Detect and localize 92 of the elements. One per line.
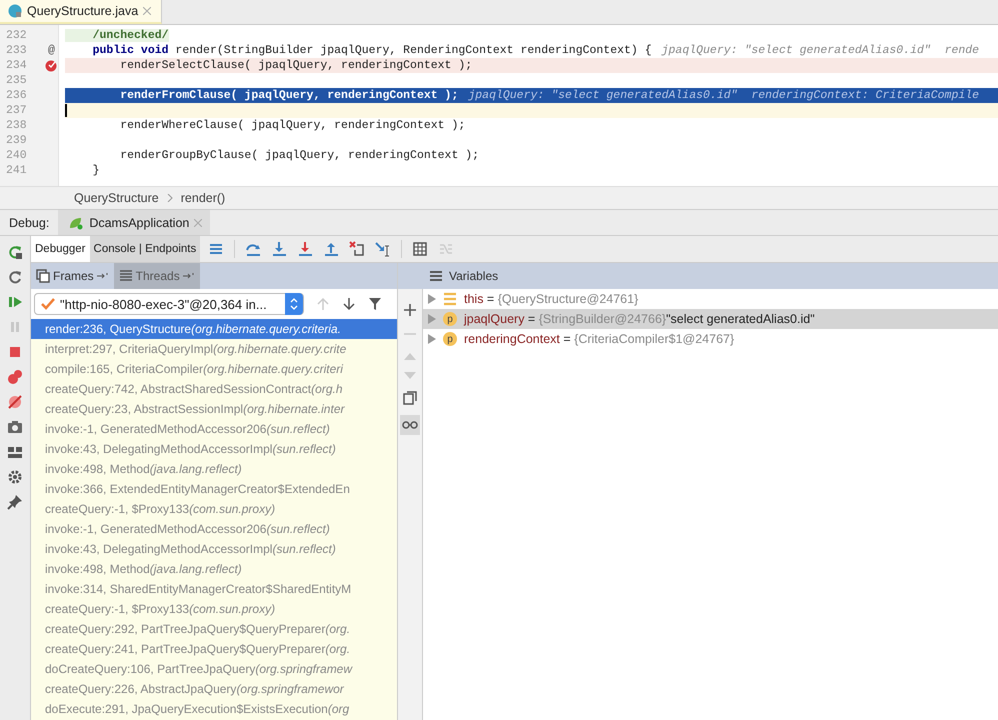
stack-frame[interactable]: createQuery:-1, $Proxy133(com.sun.proxy) [31, 599, 397, 619]
settings-icon[interactable] [7, 469, 23, 485]
frames-icon [36, 269, 50, 283]
layout-icon[interactable] [7, 444, 23, 460]
menu-icon[interactable] [208, 241, 224, 257]
override-marker: @ [48, 44, 55, 57]
parameter-badge: p [443, 332, 457, 346]
stack-frame[interactable]: render:236, QueryStructure(org.hibernate.query.criteria. [31, 319, 397, 339]
close-icon[interactable] [143, 7, 152, 15]
stack-frame[interactable]: doExecute:291, JpaQueryExecution$ExistsExecution(org [31, 699, 397, 719]
force-step-into-icon[interactable] [297, 241, 314, 257]
session-tab[interactable]: DcamsApplication [58, 210, 210, 235]
filter-icon[interactable] [368, 297, 382, 311]
stack-frame[interactable]: interpret:297, CriteriaQueryImpl(org.hibernate.query.crite [31, 339, 397, 359]
breadcrumb[interactable]: QueryStructure [74, 191, 159, 205]
inline-value-hint: jpaqlQuery: "select generatedAlias0.id" rende [662, 44, 980, 57]
breadcrumb[interactable]: render() [180, 191, 226, 205]
line-number: 233 [5, 43, 28, 58]
debugger-tab[interactable]: Console | Endpoints [90, 236, 200, 262]
stack-frame[interactable]: createQuery:742, AbstractSharedSessionContract(org.h [31, 379, 397, 399]
variable-text: renderingContext = {CriteriaCompiler$1@24767} [464, 332, 734, 346]
line-number: 237 [5, 103, 28, 118]
stack-frame[interactable]: createQuery:292, PartTreeJpaQuery$QueryPreparer(org. [31, 619, 397, 639]
line-number: 241 [5, 163, 28, 178]
breakpoints-icon[interactable] [7, 369, 23, 385]
drop-frame-icon[interactable] [349, 241, 366, 257]
variable-text: jpaqlQuery = {StringBuilder@24766}"select generatedAlias0.id" [464, 312, 815, 326]
stop-icon[interactable] [7, 344, 23, 360]
stack-frame[interactable]: invoke:314, SharedEntityManagerCreator$SharedEntityM [31, 579, 397, 599]
stack-frame[interactable]: invoke:-1, GeneratedMethodAccessor206(sun.reflect) [31, 519, 397, 539]
table-icon[interactable] [412, 241, 428, 257]
step-out-icon[interactable] [323, 241, 340, 257]
code-line: } [92, 164, 100, 177]
stack-frame[interactable]: createQuery:241, PartTreeJpaQuery$QueryPreparer(org. [31, 639, 397, 659]
stack-frame[interactable]: invoke:366, ExtendedEntityManagerCreator$ExtendedEn [31, 479, 397, 499]
stack-frame[interactable]: invoke:-1, GeneratedMethodAccessor206(sun.reflect) [31, 419, 397, 439]
inline-value-hint: jpaqlQuery: "select generatedAlias0.id" renderingContext: CriteriaCompile [468, 89, 980, 102]
arrow-icon[interactable] [96, 272, 109, 280]
parameter-badge: p [443, 312, 457, 326]
stack-frame[interactable]: invoke:43, DelegatingMethodAccessorImpl(sun.reflect) [31, 439, 397, 459]
variable-row[interactable]: p jpaqlQuery = {StringBuilder@24766}"select generatedAlias0.id" [423, 309, 998, 329]
add-icon[interactable] [403, 303, 417, 317]
spring-leaf-icon [68, 216, 84, 230]
variable-text: this = {QueryStructure@24761} [464, 292, 638, 306]
line-number: 239 [5, 133, 28, 148]
checkmark-icon [41, 298, 55, 310]
stack-frame[interactable]: doCreateQuery:106, PartTreeJpaQuery(org.springframew [31, 659, 397, 679]
code-line: renderGroupByClause( jpaqlQuery, renderingContext ); [119, 149, 480, 162]
glasses-icon[interactable] [400, 415, 420, 435]
pin-icon[interactable] [7, 494, 23, 510]
copy-icon[interactable] [403, 391, 417, 405]
line-number: 235 [5, 73, 28, 88]
variable-row[interactable]: this = {QueryStructure@24761} [423, 289, 998, 309]
thread-dropdown[interactable]: "http-nio-8080-exec-3"@20,364 in... [34, 293, 304, 315]
line-number: 232 [5, 28, 28, 43]
code-line: renderWhereClause( jpaqlQuery, renderingContext ); [119, 119, 466, 132]
stack-frame[interactable]: createQuery:-1, $Proxy133(com.sun.proxy) [31, 499, 397, 519]
camera-icon[interactable] [7, 419, 23, 435]
line-number: 238 [5, 118, 28, 133]
panel-tab[interactable]: Threads [114, 263, 200, 289]
code-line: public void render(StringBuilder jpaqlQuery, RenderingContext renderingContext) { [92, 44, 652, 57]
step-into-icon[interactable] [271, 241, 288, 257]
breakpoint-icon[interactable] [45, 59, 58, 72]
stack-frame[interactable]: compile:165, CriteriaCompiler(org.hibernate.query.criteri [31, 359, 397, 379]
panel-title: Variables [449, 269, 498, 283]
line-number: 236 [5, 88, 28, 103]
stack-frame[interactable]: createQuery:226, AbstractJpaQuery(org.springframewor [31, 679, 397, 699]
chevron-icon [166, 194, 173, 202]
mute-breakpoints-icon[interactable] [7, 394, 23, 410]
refresh-icon[interactable] [7, 269, 23, 285]
line-number: 234 [5, 58, 28, 73]
rerun-icon[interactable] [7, 244, 23, 260]
dropdown-stepper-icon[interactable] [285, 293, 303, 315]
run-to-cursor-icon[interactable] [375, 241, 392, 257]
lines-icon [118, 269, 133, 283]
menu-icon[interactable] [430, 270, 442, 282]
editor-tab[interactable]: QueryStructure.java [0, 0, 162, 24]
class-file-icon [8, 4, 22, 18]
stack-frame[interactable]: invoke:498, Method(java.lang.reflect) [31, 459, 397, 479]
stack-frame[interactable]: invoke:498, Method(java.lang.reflect) [31, 559, 397, 579]
text-cursor [65, 104, 67, 117]
resume-icon[interactable] [7, 294, 23, 310]
stack-frame[interactable]: createQuery:23, AbstractSessionImpl(org.hibernate.inter [31, 399, 397, 419]
stack-frame[interactable]: invoke:43, DelegatingMethodAccessorImpl(sun.reflect) [31, 539, 397, 559]
arrow-icon[interactable] [182, 272, 195, 280]
code-line: renderSelectClause( jpaqlQuery, renderingContext ); [119, 59, 472, 72]
debug-label: Debug: [8, 214, 50, 232]
code-line: renderFromClause( jpaqlQuery, renderingContext ); [119, 89, 458, 102]
debugger-tab[interactable]: Debugger [31, 236, 90, 262]
line-number: 240 [5, 148, 28, 163]
variable-row[interactable]: p renderingContext = {CriteriaCompiler$1@24767} [423, 329, 998, 349]
down-arrow-icon[interactable] [342, 297, 356, 311]
